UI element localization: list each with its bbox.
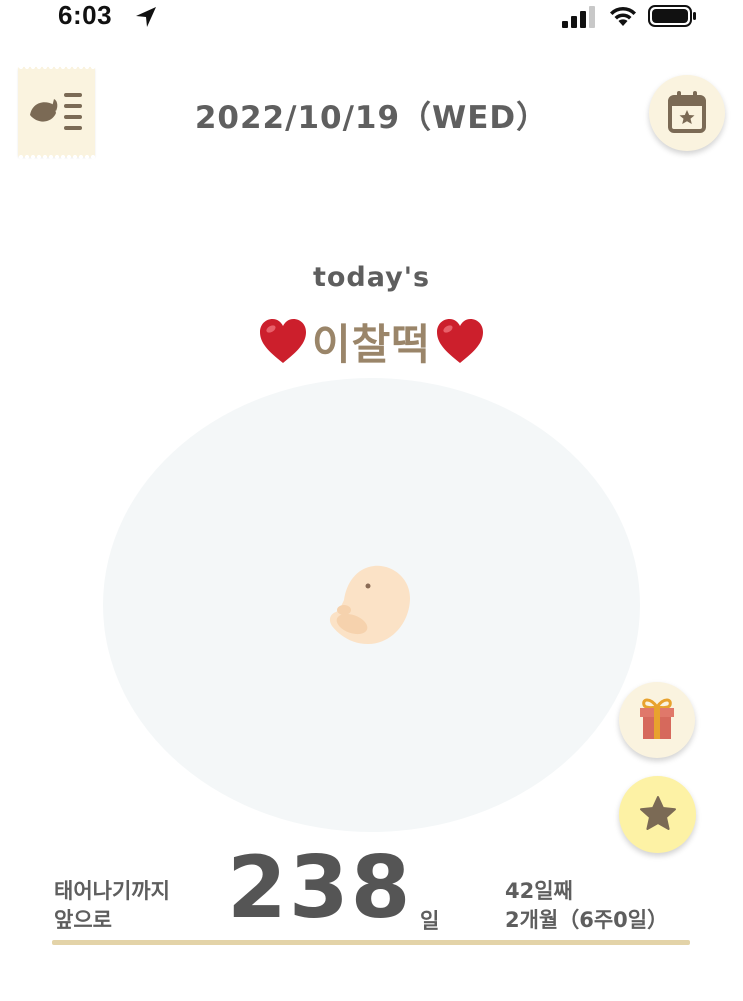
calendar-star-icon [668,91,706,133]
days-remaining: 238 [227,838,413,938]
signal-icon [562,6,595,28]
star-button[interactable] [619,776,696,853]
menu-icon [30,93,82,130]
countdown-label-line2: 앞으로 [54,908,112,932]
todays-label: today's [312,262,431,293]
countdown-label: 태어나기까지 앞으로 [54,877,170,935]
countdown-label-line1: 태어나기까지 [54,879,170,903]
heart-icon [260,319,307,363]
date-title: 2022/10/19（WED） [194,100,549,136]
star-icon [640,796,676,830]
embryo-illustration [329,565,410,644]
calendar-button[interactable] [649,75,725,151]
location-arrow-icon [136,7,156,27]
heart-icon [436,319,483,363]
wifi-icon [610,6,636,26]
gift-icon [640,698,674,739]
progress-line [52,940,690,945]
status-bar: 6:03 [0,0,743,40]
pregnancy-progress-info: 42일째 2개월（6주0일） [505,877,668,935]
menu-button[interactable] [18,65,95,159]
baby-name-row: 이찰떡 [0,312,743,370]
baby-name: 이찰떡 [312,319,431,369]
gift-button[interactable] [619,682,695,758]
days-unit: 일 [420,909,440,933]
day-count: 42일째 [505,879,573,903]
pregnancy-age: 2개월（6주0일） [505,908,669,932]
status-time: 6:03 [58,0,113,30]
battery-icon [648,5,696,27]
